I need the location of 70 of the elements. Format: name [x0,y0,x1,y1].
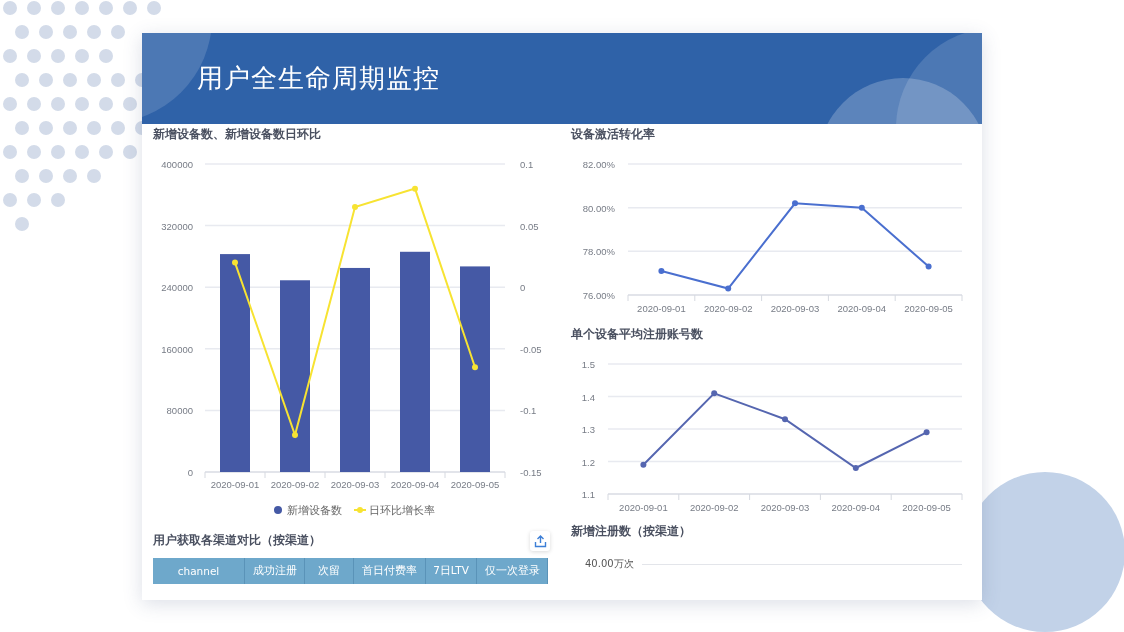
axis-label: 82.00% [582,159,615,170]
axis-label: 78.00% [582,246,615,258]
axis-label: 76.00% [582,290,615,301]
axis-label: 0.05 [520,220,539,232]
axis-label: 1.1 [581,489,595,500]
data-point [292,432,298,439]
column-header: 次留 [305,558,354,584]
axis-label: 1.5 [581,359,595,370]
column-header: 成功注册 [245,558,305,584]
axis-label: 0.1 [520,159,534,170]
data-point [925,263,932,270]
chart-title: 设备激活转化率 [569,126,656,143]
axis-label: 240000 [161,282,193,294]
axis-label: 2020-09-03 [330,479,380,490]
data-point [782,416,788,423]
data-point [858,204,865,211]
axis-label: -0.15 [520,467,542,478]
axis-label: 2020-09-04 [831,502,881,513]
axis-label: 2020-09-03 [770,303,820,314]
chart-title: 新增注册数（按渠道） [570,523,692,540]
axis-label: 0 [187,467,193,478]
axis-label: 2020-09-04 [837,303,887,314]
axis-label: 2020-09-05 [450,479,500,490]
axis-label: 400000 [161,159,193,170]
export-button[interactable] [530,531,550,551]
axis-label: 80.00% [582,202,615,214]
data-point [923,429,930,436]
chart-title: 新增设备数、新增设备数日环比 [152,126,322,143]
dashboard-title: 用户全生命周期监控 [197,62,440,95]
axis-label: 2020-09-02 [270,479,320,490]
axis-label: 1.2 [581,456,595,468]
axis-label: 40.00万次 [585,557,634,571]
axis-label: 2020-09-05 [904,303,953,314]
axis-label: -0.05 [520,343,542,355]
legend-line-icon [353,507,367,513]
axis-label: 2020-09-04 [390,479,440,490]
column-header: 首日付费率 [354,558,426,584]
column-header: 仅一次登录 [477,558,548,584]
export-icon [533,534,547,548]
axis-label: 0 [520,282,526,294]
data-point [352,204,358,211]
data-point [711,390,718,397]
table-title: 用户获取各渠道对比（按渠道） [152,532,321,549]
axis-label: 160000 [161,343,193,355]
chart-title: 单个设备平均注册账号数 [570,326,704,343]
column-header: channel [153,558,245,584]
data-point [658,268,665,274]
legend-label: 新增设备数 [287,504,342,516]
data-point [725,285,732,292]
axis-label: 1.4 [581,391,595,403]
axis-label: 2020-09-02 [689,502,739,513]
axis-label: 2020-09-03 [760,502,810,513]
data-point [640,461,647,468]
axis-label: 2020-09-01 [637,303,686,314]
axis-label: -0.1 [520,405,537,417]
axis-label: 320000 [161,220,193,232]
legend-dot-icon [274,506,282,514]
axis-label: 1.3 [581,424,595,435]
axis-label: 2020-09-01 [619,502,668,513]
axis-label: 2020-09-01 [210,479,260,490]
axis-label: 80000 [166,405,193,417]
legend-label: 日环比增长率 [369,504,435,516]
data-point [412,185,418,192]
data-point [232,259,238,266]
data-point [792,200,798,207]
column-header: 7日LTV [426,558,477,584]
axis-label: 2020-09-05 [902,502,951,513]
axis-label: 2020-09-02 [703,303,753,314]
data-point [852,465,859,471]
data-point [472,364,478,371]
